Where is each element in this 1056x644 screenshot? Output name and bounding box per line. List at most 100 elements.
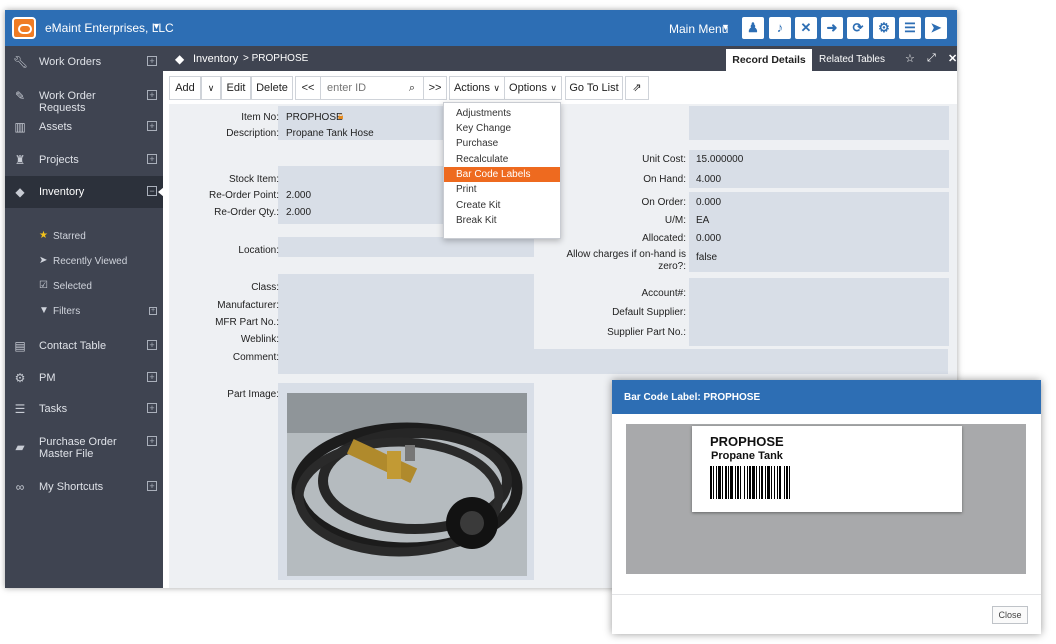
refresh-icon[interactable]: ⟳ bbox=[847, 17, 869, 39]
sidebar-item-label: Inventory bbox=[39, 186, 85, 198]
sidebar-item-label: Projects bbox=[39, 154, 79, 166]
menu-icon[interactable]: ☰ bbox=[899, 17, 921, 39]
chevron-down-icon[interactable]: ▼ bbox=[152, 21, 161, 31]
label-item-id: PROPHOSE bbox=[710, 434, 784, 449]
on-hand-value: 4.000 bbox=[696, 174, 722, 185]
barcode-bar bbox=[716, 466, 717, 499]
barcode-bar bbox=[771, 466, 772, 499]
location-label: Location: bbox=[238, 245, 279, 256]
chevron-down-icon[interactable]: ▼ bbox=[721, 22, 730, 32]
share-icon[interactable]: ⇗ bbox=[625, 76, 649, 100]
expand-icon[interactable]: + bbox=[147, 56, 157, 66]
barcode-label-dialog: Bar Code Label: PROPHOSE PROPHOSE Propan… bbox=[612, 380, 1041, 634]
sidebar-item-contact-table[interactable]: ▤ Contact Table + bbox=[5, 330, 163, 362]
sidebar-item-pm[interactable]: ⚙ PM + bbox=[5, 362, 163, 394]
sidebar-item-projects[interactable]: ♜ Projects + bbox=[5, 144, 163, 176]
microphone-icon[interactable]: ♪ bbox=[769, 17, 791, 39]
right-top-field-block bbox=[689, 106, 949, 140]
navigate-icon[interactable]: ➤ bbox=[925, 17, 947, 39]
options-label: Options bbox=[509, 82, 547, 94]
menu-item-key-change[interactable]: Key Change bbox=[444, 121, 560, 136]
expand-icon[interactable]: + bbox=[147, 90, 157, 100]
tab-related-tables[interactable]: Related Tables bbox=[819, 54, 885, 65]
sidebar-subitem-filters[interactable]: ▼ Filters + bbox=[5, 299, 163, 324]
menu-item-recalculate[interactable]: Recalculate bbox=[444, 152, 560, 167]
sidebar-item-label: Tasks bbox=[39, 403, 68, 415]
trophy-icon: ♜ bbox=[14, 153, 26, 167]
menu-item-bar-code-labels[interactable]: Bar Code Labels bbox=[444, 167, 560, 182]
logout-icon[interactable]: ➜ bbox=[821, 17, 843, 39]
expand-icon[interactable]: ⤢ bbox=[927, 52, 936, 65]
tab-record-details[interactable]: Record Details bbox=[726, 49, 812, 71]
barcode-bar bbox=[767, 466, 770, 499]
barcode-bar bbox=[752, 466, 755, 499]
expand-icon[interactable]: + bbox=[147, 340, 157, 350]
allow-charges-label: Allow charges if on-hand is zero?: bbox=[539, 249, 686, 273]
add-dropdown-button[interactable]: ∨ bbox=[201, 76, 221, 100]
barcode-bar bbox=[786, 466, 788, 499]
location-field[interactable] bbox=[278, 237, 534, 257]
expand-icon[interactable]: + bbox=[147, 121, 157, 131]
gear-icon[interactable]: ⚙ bbox=[873, 17, 895, 39]
collapse-icon[interactable]: − bbox=[147, 186, 157, 196]
barcode-bar bbox=[744, 466, 745, 499]
expand-icon[interactable]: + bbox=[147, 154, 157, 164]
barcode-bar bbox=[765, 466, 766, 499]
search-icon[interactable]: ⌕ bbox=[399, 76, 425, 100]
barcode-bar bbox=[789, 466, 790, 499]
edit-button[interactable]: Edit bbox=[221, 76, 251, 100]
expand-icon[interactable]: + bbox=[147, 403, 157, 413]
comment-field[interactable] bbox=[278, 349, 948, 374]
sidebar-item-work-order-requests[interactable]: ✎ Work Order Requests + bbox=[5, 80, 163, 114]
barcode-graphic bbox=[710, 466, 790, 499]
close-icon[interactable]: ✕ bbox=[948, 52, 957, 65]
unit-cost-value: 15.000000 bbox=[696, 154, 744, 165]
breadcrumb-section[interactable]: Inventory bbox=[193, 53, 238, 65]
sidebar-item-purchase-order-master-file[interactable]: ▰ Purchase Order Master File + bbox=[5, 426, 163, 470]
sidebar-item-inventory[interactable]: ◆ Inventory − bbox=[5, 176, 164, 208]
propane-hose-photo bbox=[287, 393, 527, 576]
allocated-value: 0.000 bbox=[696, 233, 722, 244]
sidebar-subitem-starred[interactable]: ★ Starred bbox=[5, 224, 163, 249]
reorder-point-value: 2.000 bbox=[286, 190, 312, 201]
expand-icon[interactable]: + bbox=[147, 372, 157, 382]
expand-icon[interactable]: + bbox=[147, 436, 157, 446]
description-value: Propane Tank Hose bbox=[286, 128, 374, 139]
star-icon[interactable]: ☆ bbox=[905, 52, 915, 65]
barcode-bar bbox=[761, 466, 763, 499]
expand-icon[interactable]: + bbox=[149, 307, 157, 315]
actions-dropdown[interactable]: Actions ∨ bbox=[449, 76, 505, 100]
add-button[interactable]: Add bbox=[169, 76, 201, 100]
chevron-down-icon: ∨ bbox=[493, 83, 500, 93]
delete-button[interactable]: Delete bbox=[251, 76, 293, 100]
expand-icon[interactable]: + bbox=[147, 481, 157, 491]
menu-item-print[interactable]: Print bbox=[444, 182, 560, 197]
close-button[interactable]: Close bbox=[992, 606, 1028, 624]
item-no-label: Item No: bbox=[241, 112, 279, 123]
emaint-logo[interactable] bbox=[12, 17, 36, 39]
go-to-list-button[interactable]: Go To List bbox=[565, 76, 623, 100]
sidebar-item-work-orders[interactable]: 🔧︎ Work Orders + bbox=[5, 46, 163, 78]
menu-item-break-kit[interactable]: Break Kit bbox=[444, 213, 560, 228]
reorder-point-label: Re-Order Point: bbox=[208, 190, 279, 201]
allow-charges-label-line1: Allow charges if on-hand is bbox=[566, 249, 686, 260]
previous-record-button[interactable]: << bbox=[295, 76, 321, 100]
sidebar-item-tasks[interactable]: ☰ Tasks + bbox=[5, 393, 163, 425]
close-icon[interactable]: ✕ bbox=[795, 17, 817, 39]
menu-item-purchase[interactable]: Purchase bbox=[444, 136, 560, 151]
arrow-icon: ➤ bbox=[39, 255, 48, 266]
menu-item-create-kit[interactable]: Create Kit bbox=[444, 198, 560, 213]
barcode-bar bbox=[756, 466, 757, 499]
next-record-button[interactable]: >> bbox=[423, 76, 447, 100]
options-dropdown[interactable]: Options ∨ bbox=[504, 76, 562, 100]
sidebar-subitem-label: Filters bbox=[53, 306, 81, 317]
sidebar-item-my-shortcuts[interactable]: ∞ My Shortcuts + bbox=[5, 471, 163, 503]
item-no-value: PROPHOSE bbox=[286, 112, 343, 123]
barcode-icon: ▥ bbox=[14, 120, 26, 134]
user-icon[interactable]: ♟ bbox=[742, 17, 764, 39]
menu-item-adjustments[interactable]: Adjustments bbox=[444, 106, 560, 121]
sidebar-subitem-selected[interactable]: ☑ Selected bbox=[5, 274, 163, 299]
main-menu-button[interactable]: Main Menu bbox=[669, 22, 728, 36]
sidebar-item-assets[interactable]: ▥ Assets + bbox=[5, 111, 163, 143]
sidebar-subitem-recently-viewed[interactable]: ➤ Recently Viewed bbox=[5, 249, 163, 274]
